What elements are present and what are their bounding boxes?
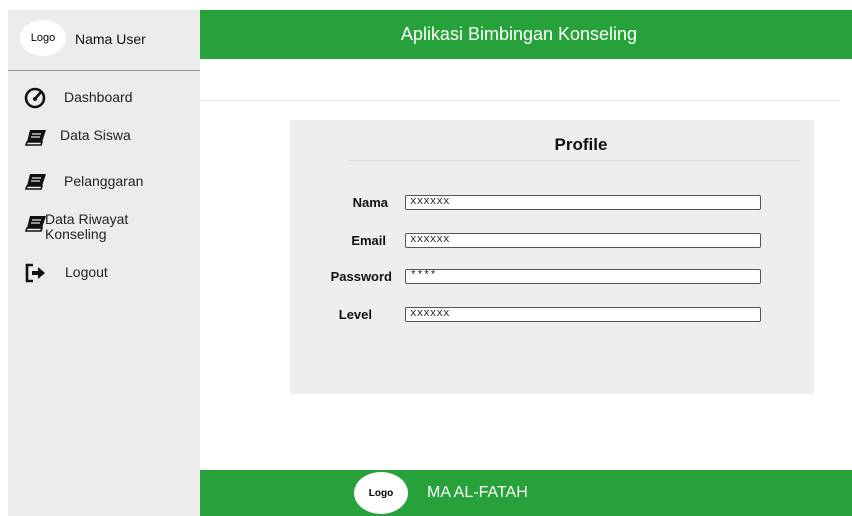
sidebar-item-logout[interactable]: Logout bbox=[8, 262, 200, 286]
sidebar-item-label: Pelanggaran bbox=[64, 173, 144, 189]
profile-title-divider bbox=[348, 160, 800, 161]
user-logo: Logo bbox=[20, 20, 66, 56]
sign-out-icon bbox=[25, 263, 45, 283]
school-name: MA AL-FATAH bbox=[427, 484, 528, 501]
sidebar-item-label: Logout bbox=[65, 264, 108, 280]
profile-title: Profile bbox=[554, 135, 608, 154]
email-field[interactable]: xxxxxx bbox=[405, 233, 761, 248]
book-icon bbox=[24, 130, 46, 146]
sidebar-item-dashboard[interactable]: Dashboard bbox=[8, 87, 200, 113]
app-title: Aplikasi Bimbingan Konseling bbox=[400, 24, 638, 44]
user-name[interactable]: Nama User bbox=[75, 31, 146, 47]
speedometer-icon bbox=[24, 87, 46, 109]
sidebar: Logo Nama User Dashboard Data Siswa Pela… bbox=[8, 10, 200, 516]
nama-label: Nama bbox=[352, 195, 388, 210]
password-label: Password bbox=[330, 269, 392, 284]
nama-field[interactable]: xxxxxx bbox=[405, 195, 761, 210]
sidebar-item-label: Data Siswa bbox=[60, 127, 131, 143]
profile-card: Profile Nama xxxxxx Email xxxxxx Passwor… bbox=[290, 120, 814, 394]
email-label: Email bbox=[351, 233, 386, 248]
footer-logo: Logo bbox=[354, 472, 408, 514]
sidebar-item-label: Dashboard bbox=[64, 89, 133, 105]
sidebar-item-data-siswa[interactable]: Data Siswa bbox=[8, 124, 200, 150]
sidebar-item-pelanggaran[interactable]: Pelanggaran bbox=[8, 168, 200, 194]
password-field[interactable]: **** bbox=[405, 269, 761, 284]
level-field[interactable]: xxxxxx bbox=[405, 307, 761, 322]
header-divider bbox=[200, 100, 838, 101]
level-label: Level bbox=[338, 307, 372, 322]
sidebar-item-label: Data Riwayat Konseling bbox=[45, 211, 129, 242]
book-icon bbox=[24, 174, 46, 190]
footer: Logo MA AL-FATAH bbox=[200, 470, 852, 516]
app-header: Aplikasi Bimbingan Konseling bbox=[200, 10, 852, 59]
sidebar-item-data-riwayat-konseling[interactable]: Data Riwayat Konseling bbox=[8, 208, 200, 244]
sidebar-user-header: Logo Nama User bbox=[8, 10, 200, 71]
